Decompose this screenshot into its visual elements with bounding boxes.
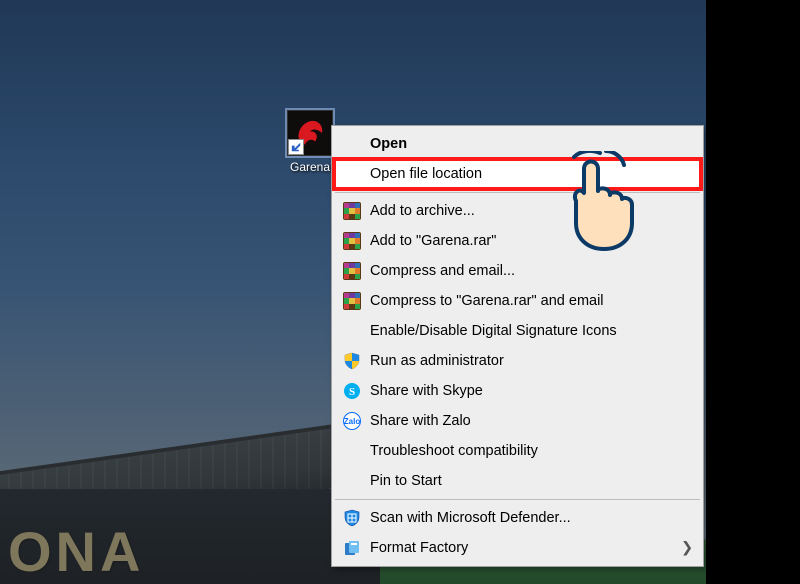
menu-item-label: Enable/Disable Digital Signature Icons bbox=[370, 323, 681, 339]
menu-item-format-factory[interactable]: Format Factory ❯ bbox=[334, 533, 701, 563]
menu-item-scan-with-defender[interactable]: Scan with Microsoft Defender... bbox=[334, 503, 701, 533]
winrar-icon bbox=[340, 261, 364, 281]
blank-icon bbox=[340, 471, 364, 491]
menu-item-label: Troubleshoot compatibility bbox=[370, 443, 681, 459]
menu-item-label: Format Factory bbox=[370, 540, 681, 556]
svg-text:S: S bbox=[349, 386, 355, 398]
menu-item-open-file-location[interactable]: Open file location bbox=[334, 159, 701, 189]
menu-separator bbox=[335, 192, 700, 193]
winrar-icon bbox=[340, 201, 364, 221]
blank-icon bbox=[340, 321, 364, 341]
zalo-icon: Zalo bbox=[340, 411, 364, 431]
menu-item-compress-and-email[interactable]: Compress and email... bbox=[334, 256, 701, 286]
blank-icon bbox=[340, 134, 364, 154]
winrar-icon bbox=[340, 231, 364, 251]
menu-item-label: Share with Zalo bbox=[370, 413, 681, 429]
menu-item-toggle-signature-icons[interactable]: Enable/Disable Digital Signature Icons bbox=[334, 316, 701, 346]
uac-shield-icon bbox=[340, 351, 364, 371]
menu-item-troubleshoot-compatibility[interactable]: Troubleshoot compatibility bbox=[334, 436, 701, 466]
menu-item-label: Pin to Start bbox=[370, 473, 681, 489]
skype-icon: S bbox=[340, 381, 364, 401]
menu-item-add-to-garena-rar[interactable]: Add to "Garena.rar" bbox=[334, 226, 701, 256]
viewport: ONA Garena Open Open file location bbox=[0, 0, 800, 584]
menu-item-add-to-archive[interactable]: Add to archive... bbox=[334, 196, 701, 226]
menu-item-label: Scan with Microsoft Defender... bbox=[370, 510, 681, 526]
menu-item-label: Share with Skype bbox=[370, 383, 681, 399]
defender-icon bbox=[340, 508, 364, 528]
winrar-icon bbox=[340, 291, 364, 311]
menu-item-run-as-administrator[interactable]: Run as administrator bbox=[334, 346, 701, 376]
menu-item-open[interactable]: Open bbox=[334, 129, 701, 159]
menu-item-label: Compress and email... bbox=[370, 263, 681, 279]
context-menu: Open Open file location Add to archive..… bbox=[331, 125, 704, 567]
pointer-hand-annotation-icon bbox=[554, 151, 644, 251]
submenu-chevron-icon: ❯ bbox=[681, 540, 693, 556]
menu-item-compress-to-garena-rar-and-email[interactable]: Compress to "Garena.rar" and email bbox=[334, 286, 701, 316]
menu-item-label: Run as administrator bbox=[370, 353, 681, 369]
menu-item-share-with-skype[interactable]: S Share with Skype bbox=[334, 376, 701, 406]
menu-item-label: Compress to "Garena.rar" and email bbox=[370, 293, 681, 309]
menu-item-pin-to-start[interactable]: Pin to Start bbox=[334, 466, 701, 496]
format-factory-icon bbox=[340, 538, 364, 558]
menu-separator bbox=[335, 499, 700, 500]
blank-icon bbox=[340, 164, 364, 184]
shortcut-overlay-arrow-icon bbox=[288, 139, 304, 155]
blank-icon bbox=[340, 441, 364, 461]
garena-dragon-icon bbox=[287, 110, 333, 156]
menu-item-label: Open bbox=[370, 136, 681, 152]
menu-item-share-with-zalo[interactable]: Zalo Share with Zalo bbox=[334, 406, 701, 436]
